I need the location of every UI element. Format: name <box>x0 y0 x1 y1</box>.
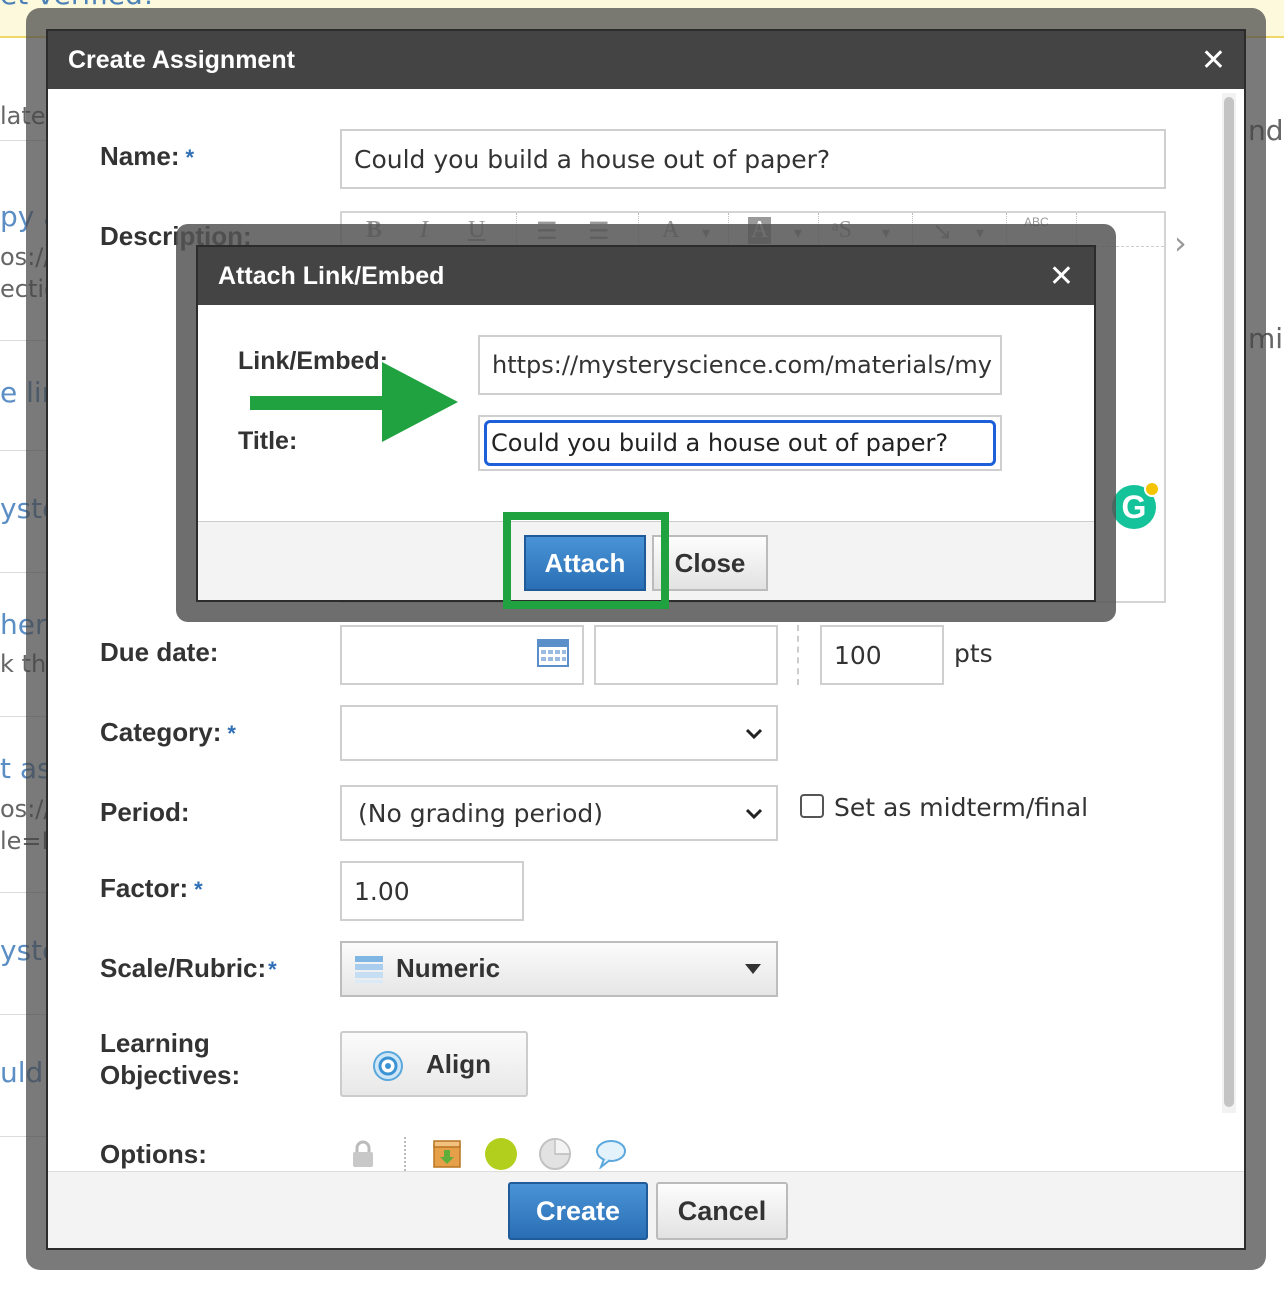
close-icon[interactable]: ✕ <box>1049 259 1074 294</box>
factor-label-text: Factor: <box>100 873 189 903</box>
align-button-label: Align <box>426 1049 491 1079</box>
category-label: Category: * <box>100 717 236 748</box>
green-circle-icon[interactable] <box>484 1137 518 1171</box>
notification-dot <box>1144 481 1160 497</box>
points-unit: pts <box>954 639 993 668</box>
dialog-title: Create Assignment <box>68 45 295 74</box>
attach-dialog-title: Attach Link/Embed <box>218 261 445 290</box>
options-label: Options: <box>100 1139 207 1169</box>
download-box-icon[interactable] <box>432 1139 462 1169</box>
period-select-value: (No grading period) <box>358 798 604 828</box>
dialog-header: Create Assignment ✕ <box>48 31 1244 89</box>
divider <box>797 625 799 685</box>
caret-down-icon <box>745 964 761 974</box>
scale-rubric-value: Numeric <box>396 953 501 983</box>
scale-rubric-select[interactable]: Numeric <box>340 941 778 997</box>
midterm-checkbox[interactable] <box>800 794 824 818</box>
attach-dialog-header: Attach Link/Embed ✕ <box>198 247 1094 305</box>
category-select[interactable] <box>340 705 778 761</box>
target-icon <box>373 1051 403 1081</box>
scale-label: Scale/Rubric:* <box>100 953 277 984</box>
annotation-arrow-icon <box>250 362 458 442</box>
grammarly-letter: G <box>1121 488 1147 525</box>
annotation-highlight-box <box>503 512 669 609</box>
category-label-text: Category: <box>100 717 222 747</box>
factor-input[interactable]: 1.00 <box>340 861 524 921</box>
align-button[interactable]: Align <box>340 1031 528 1097</box>
divider <box>404 1137 406 1171</box>
name-input[interactable]: Could you build a house out of paper? <box>340 129 1166 189</box>
period-label: Period: <box>100 797 190 827</box>
pie-chart-icon[interactable] <box>538 1137 572 1171</box>
chevron-down-icon <box>745 808 763 820</box>
calendar-icon[interactable] <box>537 638 569 668</box>
create-button[interactable]: Create <box>508 1182 648 1240</box>
due-time-input[interactable] <box>594 625 778 685</box>
scale-label-text: Scale/Rubric: <box>100 953 267 983</box>
required-asterisk: * <box>227 721 236 746</box>
midterm-label: Set as midterm/final <box>834 793 1089 822</box>
close-button[interactable]: Close <box>652 535 768 591</box>
scale-list-icon <box>355 956 383 983</box>
required-asterisk: * <box>185 145 195 170</box>
factor-label: Factor: * <box>100 873 203 904</box>
points-input[interactable]: 100 <box>820 625 944 685</box>
title-input-wrapper: Could you build a house out of paper? <box>478 415 1002 471</box>
create-assignment-dialog: Create Assignment ✕ Name: * Could you bui… <box>46 29 1246 1250</box>
chevron-down-icon <box>745 728 763 740</box>
link-embed-input[interactable]: https://mysteryscience.com/materials/my <box>478 335 1002 395</box>
grammarly-icon[interactable]: G <box>1112 481 1160 529</box>
title-input[interactable]: Could you build a house out of paper? <box>484 420 996 466</box>
cancel-button[interactable]: Cancel <box>656 1182 788 1240</box>
name-label-text: Name: <box>100 141 180 171</box>
name-label: Name: * <box>100 141 194 172</box>
learning-objectives-label: Learning Objectives: <box>100 1027 240 1091</box>
learning-objectives-label-line1: Learning <box>100 1028 210 1058</box>
due-date-label: Due date: <box>100 637 219 667</box>
learning-objectives-label-line2: Objectives: <box>100 1060 241 1090</box>
close-icon[interactable]: ✕ <box>1201 43 1226 78</box>
comment-bubble-icon[interactable] <box>594 1139 628 1169</box>
required-asterisk: * <box>194 877 203 902</box>
scrollbar-thumb[interactable] <box>1224 97 1234 1107</box>
chevron-right-icon[interactable]: › <box>1174 224 1187 262</box>
period-select[interactable]: (No grading period) <box>340 785 778 841</box>
required-asterisk: * <box>268 957 277 982</box>
lock-icon[interactable] <box>348 1139 378 1169</box>
